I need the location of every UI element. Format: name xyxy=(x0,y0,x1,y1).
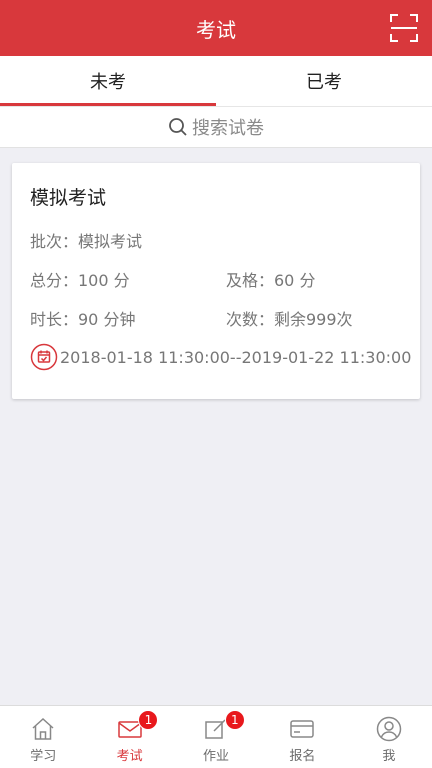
card-icon xyxy=(290,720,315,738)
tab-not-taken[interactable]: 未考 xyxy=(0,56,216,106)
tabbar-label: 考试 xyxy=(116,749,143,764)
exam-duration: 时长：90 分钟 xyxy=(30,310,136,329)
search-icon xyxy=(169,118,187,136)
page-title: 考试 xyxy=(196,17,236,42)
exam-total-score: 总分：100 分 xyxy=(30,271,130,290)
calendar-icon xyxy=(30,343,58,371)
tabbar-label: 报名 xyxy=(289,749,316,764)
exam-date-range: 2018-01-18 11:30:00--2019-01-22 11:30:00 xyxy=(30,343,411,371)
exam-tabs: 未考 已考 xyxy=(0,56,432,106)
tabbar-label: 我 xyxy=(382,749,396,764)
date-range-text: 2018-01-18 11:30:00--2019-01-22 11:30:00 xyxy=(60,347,412,367)
tabbar-label: 作业 xyxy=(203,749,230,764)
exam-title: 模拟考试 xyxy=(30,187,107,209)
exam-attempts: 次数：剩余999次 xyxy=(226,310,353,329)
tab-taken[interactable]: 已考 xyxy=(216,56,432,106)
scan-icon xyxy=(390,14,418,42)
search-input[interactable]: 搜索试卷 xyxy=(0,106,432,148)
tabbar-item-enroll[interactable]: 报名 xyxy=(259,706,345,768)
tabbar-item-me[interactable]: 我 xyxy=(346,706,432,768)
exam-pass-score: 及格：60 分 xyxy=(226,271,316,290)
homework-badge: 1 xyxy=(224,710,245,730)
tab-label: 已考 xyxy=(306,72,342,93)
scan-button[interactable] xyxy=(388,12,420,44)
search-placeholder: 搜索试卷 xyxy=(192,118,264,139)
tabbar-item-homework[interactable]: 1 作业 xyxy=(173,706,259,768)
tabbar-label: 学习 xyxy=(30,749,57,764)
user-icon xyxy=(376,716,402,742)
bottom-tabbar: 学习 1 考试 1 作业 报名 我 xyxy=(0,705,432,768)
exam-batch: 批次：模拟考试 xyxy=(30,232,143,251)
app-header: 考试 xyxy=(0,0,432,56)
exam-card[interactable]: 模拟考试 批次：模拟考试 总分：100 分 及格：60 分 时长：90 分钟 次… xyxy=(12,163,420,399)
tabbar-item-study[interactable]: 学习 xyxy=(0,706,86,768)
tab-label: 未考 xyxy=(90,72,126,93)
exam-badge: 1 xyxy=(138,710,159,730)
tabbar-item-exam[interactable]: 1 考试 xyxy=(86,706,172,768)
home-icon xyxy=(32,717,54,740)
